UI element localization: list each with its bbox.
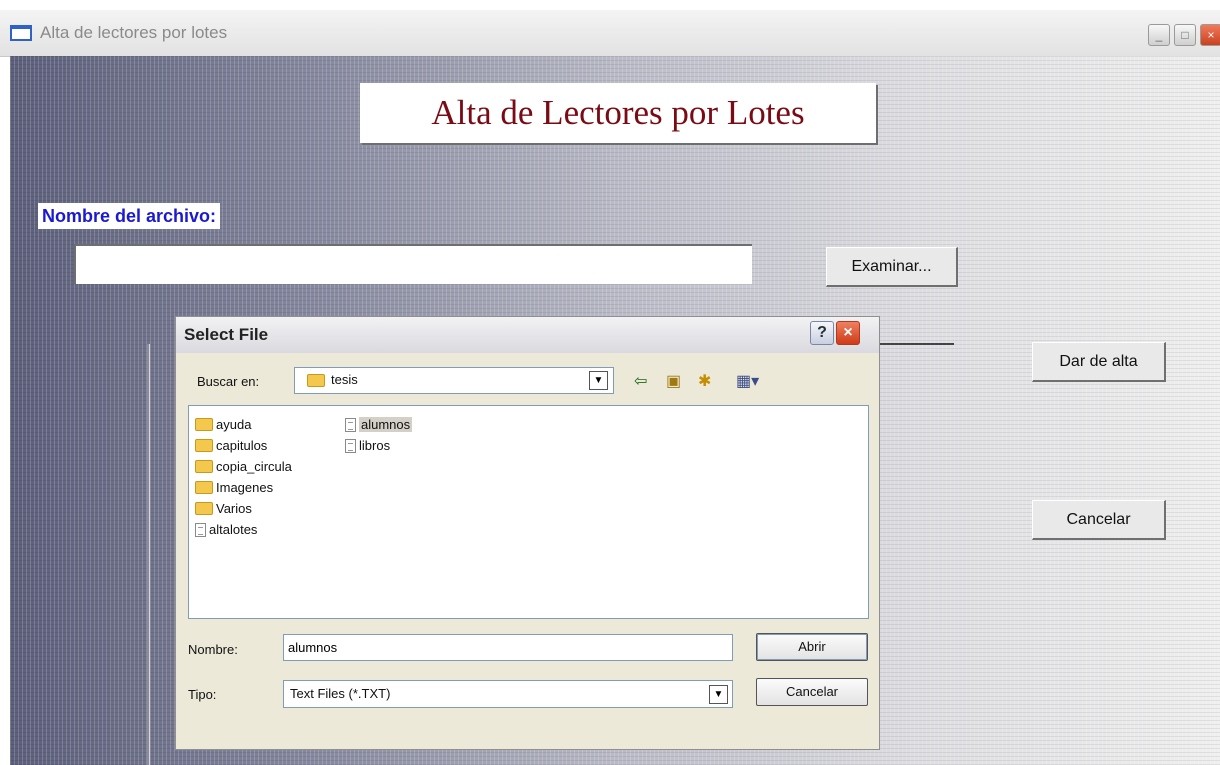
file-item[interactable]: altalotes <box>195 521 257 537</box>
item-label: Varios <box>216 501 252 517</box>
window-titlebar[interactable]: Alta de lectores por lotes _ □ × <box>0 10 1220 57</box>
views-icon[interactable]: ▦▾ <box>736 371 759 391</box>
app-window-icon <box>10 25 32 41</box>
text-file-icon <box>345 438 356 453</box>
folder-icon <box>195 481 213 495</box>
item-label: capitulos <box>216 438 268 454</box>
open-button[interactable]: Abrir <box>756 633 868 661</box>
file-name-field[interactable] <box>283 634 733 661</box>
page-title: Alta de Lectores por Lotes <box>431 93 805 132</box>
up-folder-icon[interactable]: ▣ <box>666 371 681 391</box>
heading-panel: Alta de Lectores por Lotes <box>360 83 876 143</box>
dialog-close-button[interactable]: × <box>836 321 860 345</box>
close-button[interactable]: × <box>1200 24 1220 46</box>
folder-item[interactable]: Varios <box>195 500 252 516</box>
chevron-down-icon[interactable]: ▼ <box>589 371 608 390</box>
folder-item[interactable]: copia_circula <box>195 458 292 474</box>
folder-icon <box>195 418 213 432</box>
cancel-button[interactable]: Cancelar <box>1032 500 1166 540</box>
folder-item[interactable]: capitulos <box>195 437 267 453</box>
folder-item[interactable]: Imagenes <box>195 479 273 495</box>
folder-icon <box>307 374 325 387</box>
look-in-label: Buscar en: <box>197 374 260 389</box>
dialog-title: Select File <box>184 325 269 344</box>
new-folder-icon[interactable]: ✱ <box>698 371 711 391</box>
look-in-select[interactable]: tesis ▼ <box>294 367 614 394</box>
file-item[interactable]: alumnos <box>345 416 413 433</box>
item-label: alumnos <box>359 417 413 433</box>
file-name-input[interactable] <box>74 244 752 284</box>
minimize-button[interactable]: _ <box>1148 24 1170 46</box>
item-label: altalotes <box>209 522 258 538</box>
item-label: Imagenes <box>216 480 274 496</box>
text-file-icon <box>195 522 206 537</box>
submit-button[interactable]: Dar de alta <box>1032 342 1166 382</box>
file-type-select[interactable]: Text Files (*.TXT) ▼ <box>283 680 733 708</box>
folder-icon <box>195 502 213 516</box>
file-list[interactable]: ayuda capitulos copia_circula Imagenes Vario… <box>188 405 869 619</box>
divider-line <box>880 343 954 345</box>
window-title: Alta de lectores por lotes <box>40 23 228 42</box>
item-label: ayuda <box>216 417 252 433</box>
folder-icon <box>195 460 213 474</box>
file-type-label: Tipo: <box>188 687 217 702</box>
item-label: copia_circula <box>216 459 292 475</box>
divider-line <box>147 344 149 765</box>
file-type-value: Text Files (*.TXT) <box>290 686 391 701</box>
dialog-titlebar[interactable]: Select File ? × <box>176 317 879 353</box>
file-item[interactable]: libros <box>345 437 390 453</box>
dialog-cancel-button[interactable]: Cancelar <box>756 678 868 706</box>
text-file-icon <box>345 417 356 432</box>
folder-item[interactable]: ayuda <box>195 416 251 432</box>
file-dialog: Select File ? × Buscar en: tesis ▼ ⇦ ▣ ✱… <box>175 316 880 750</box>
back-icon[interactable]: ⇦ <box>634 371 647 391</box>
help-button[interactable]: ? <box>810 321 834 345</box>
browse-button[interactable]: Examinar... <box>826 247 958 287</box>
file-name-label: Nombre del archivo: <box>38 203 221 229</box>
folder-icon <box>195 439 213 453</box>
chevron-down-icon[interactable]: ▼ <box>709 685 728 704</box>
maximize-button[interactable]: □ <box>1174 24 1196 46</box>
item-label: libros <box>359 438 391 454</box>
file-name-dialog-label: Nombre: <box>188 642 238 657</box>
look-in-value: tesis <box>331 372 358 387</box>
